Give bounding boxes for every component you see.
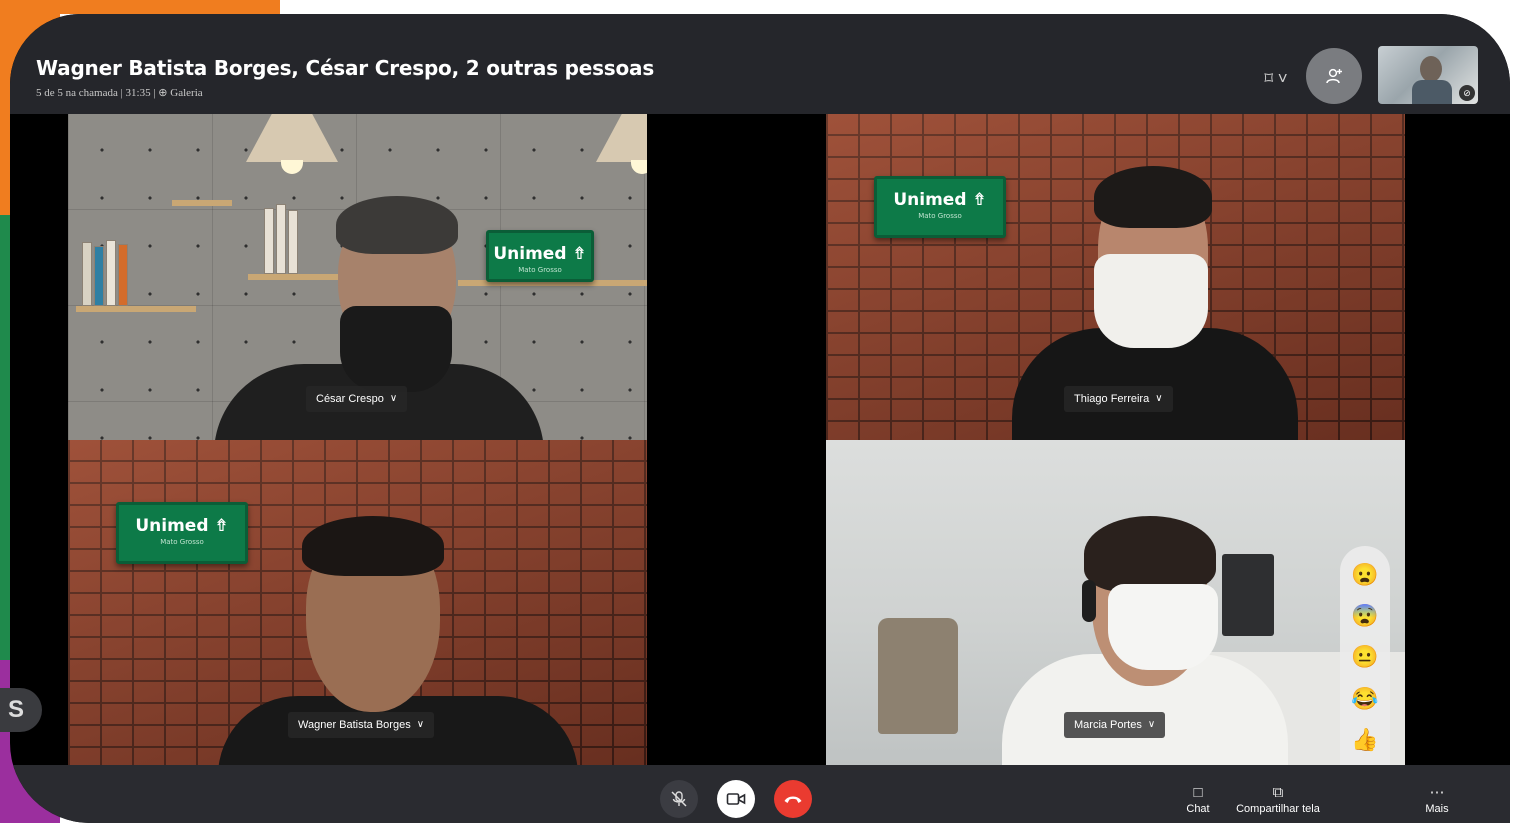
reaction-neutral[interactable]: 😐 xyxy=(1350,642,1380,672)
title-bar: Wagner Batista Borges, César Crespo, 2 o… xyxy=(10,14,1510,114)
call-title: Wagner Batista Borges, César Crespo, 2 o… xyxy=(36,56,655,80)
mic-off-icon xyxy=(671,791,687,807)
person-hair xyxy=(302,516,444,576)
camera-button[interactable] xyxy=(717,780,755,818)
reaction-surprised[interactable]: 😨 xyxy=(1350,601,1380,631)
sign-brand: Unimed ⇮ xyxy=(893,190,987,210)
unimed-sign: Unimed ⇮ Mato Grosso xyxy=(874,176,1006,238)
face-mask xyxy=(1094,254,1208,348)
participant-name: César Crespo xyxy=(316,393,384,405)
self-video-preview[interactable]: ⊘ xyxy=(1378,46,1478,104)
face-mask xyxy=(340,306,452,392)
more-label: Mais xyxy=(1425,803,1449,815)
face-mask xyxy=(1108,584,1218,670)
name-tag-marcia[interactable]: Marcia Portes ∨ xyxy=(1064,712,1166,738)
unimed-sign: Unimed ⇮ Mato Grosso xyxy=(486,230,594,282)
sign-region: Mato Grosso xyxy=(160,538,204,546)
sign-brand: Unimed ⇮ xyxy=(135,516,229,536)
book xyxy=(106,240,116,306)
layout-button[interactable]: ⌑ ˅ xyxy=(1256,66,1296,92)
sign-region: Mato Grosso xyxy=(918,212,962,220)
participant-name: Marcia Portes xyxy=(1074,719,1142,731)
mute-mic-button[interactable] xyxy=(660,780,698,818)
participant-tile-wagner[interactable]: Unimed ⇮ Mato Grosso Wagner Batista Borg… xyxy=(68,440,647,765)
more-options-button[interactable]: ⋯ Mais xyxy=(1414,783,1460,815)
book xyxy=(288,210,298,274)
call-window: Wagner Batista Borges, César Crespo, 2 o… xyxy=(10,14,1510,823)
chat-label: Chat xyxy=(1186,803,1210,815)
participant-name: Thiago Ferreira xyxy=(1074,393,1150,405)
end-call-button[interactable] xyxy=(774,780,812,818)
wall-shelf xyxy=(172,200,232,206)
chevron-down-icon: ∨ xyxy=(416,719,425,730)
person-hair xyxy=(336,196,458,254)
add-people-icon xyxy=(1326,68,1342,84)
chevron-down-icon: ∨ xyxy=(389,393,398,404)
participant-tile-cesar[interactable]: Unimed ⇮ Mato Grosso César Crespo ∨ xyxy=(68,114,647,440)
layout-icon: ⌑ ˅ xyxy=(1264,69,1288,88)
more-icon: ⋯ xyxy=(1429,784,1445,801)
chevron-down-icon: ∨ xyxy=(1147,719,1156,730)
wall-shelf xyxy=(76,306,196,312)
side-tab[interactable]: S xyxy=(0,688,42,732)
sign-region: Mato Grosso xyxy=(518,266,562,274)
call-status: 5 de 5 na chamada | 31:35 | ⊕ Galeria xyxy=(36,87,203,99)
participant-tile-marcia[interactable]: Marcia Portes ∨ xyxy=(826,440,1405,765)
book xyxy=(118,244,128,306)
reaction-sad[interactable]: 😦 xyxy=(1350,560,1380,590)
sign-brand: Unimed ⇮ xyxy=(493,244,587,264)
name-tag-wagner[interactable]: Wagner Batista Borges ∨ xyxy=(288,712,435,738)
add-people-button[interactable] xyxy=(1306,48,1362,104)
share-screen-label: Compartilhar tela xyxy=(1236,803,1320,815)
chat-button[interactable]: □ Chat xyxy=(1170,783,1226,815)
participant-tile-thiago[interactable]: Unimed ⇮ Mato Grosso Thiago Ferreira ∨ xyxy=(826,114,1405,440)
book xyxy=(82,242,92,306)
handbag xyxy=(878,618,958,734)
person-hair xyxy=(1084,516,1216,592)
person-hair xyxy=(1094,166,1212,228)
reaction-laugh[interactable]: 😂 xyxy=(1350,684,1380,714)
headset xyxy=(1082,580,1096,622)
call-control-bar: □ Chat ⧉ Compartilhar tela ⋯ Mais xyxy=(10,765,1510,823)
unimed-sign: Unimed ⇮ Mato Grosso xyxy=(116,502,248,564)
participant-name: Wagner Batista Borges xyxy=(298,719,411,731)
self-body xyxy=(1412,80,1452,104)
share-screen-icon: ⧉ xyxy=(1272,784,1284,801)
video-camera-icon xyxy=(726,793,746,805)
book xyxy=(264,208,274,274)
name-tag-thiago[interactable]: Thiago Ferreira ∨ xyxy=(1064,386,1173,412)
book xyxy=(276,204,286,274)
chat-icon: □ xyxy=(1193,784,1203,801)
chevron-down-icon: ∨ xyxy=(1155,393,1163,404)
name-tag-cesar[interactable]: César Crespo ∨ xyxy=(306,386,408,412)
share-screen-button[interactable]: ⧉ Compartilhar tela xyxy=(1226,783,1330,815)
reaction-thumbs-up[interactable]: 👍 xyxy=(1350,725,1380,755)
muted-mic-icon: ⊘ xyxy=(1459,85,1475,101)
hang-up-icon xyxy=(784,796,802,803)
self-head xyxy=(1420,56,1442,82)
book xyxy=(94,246,104,306)
computer-monitor xyxy=(1222,554,1274,636)
